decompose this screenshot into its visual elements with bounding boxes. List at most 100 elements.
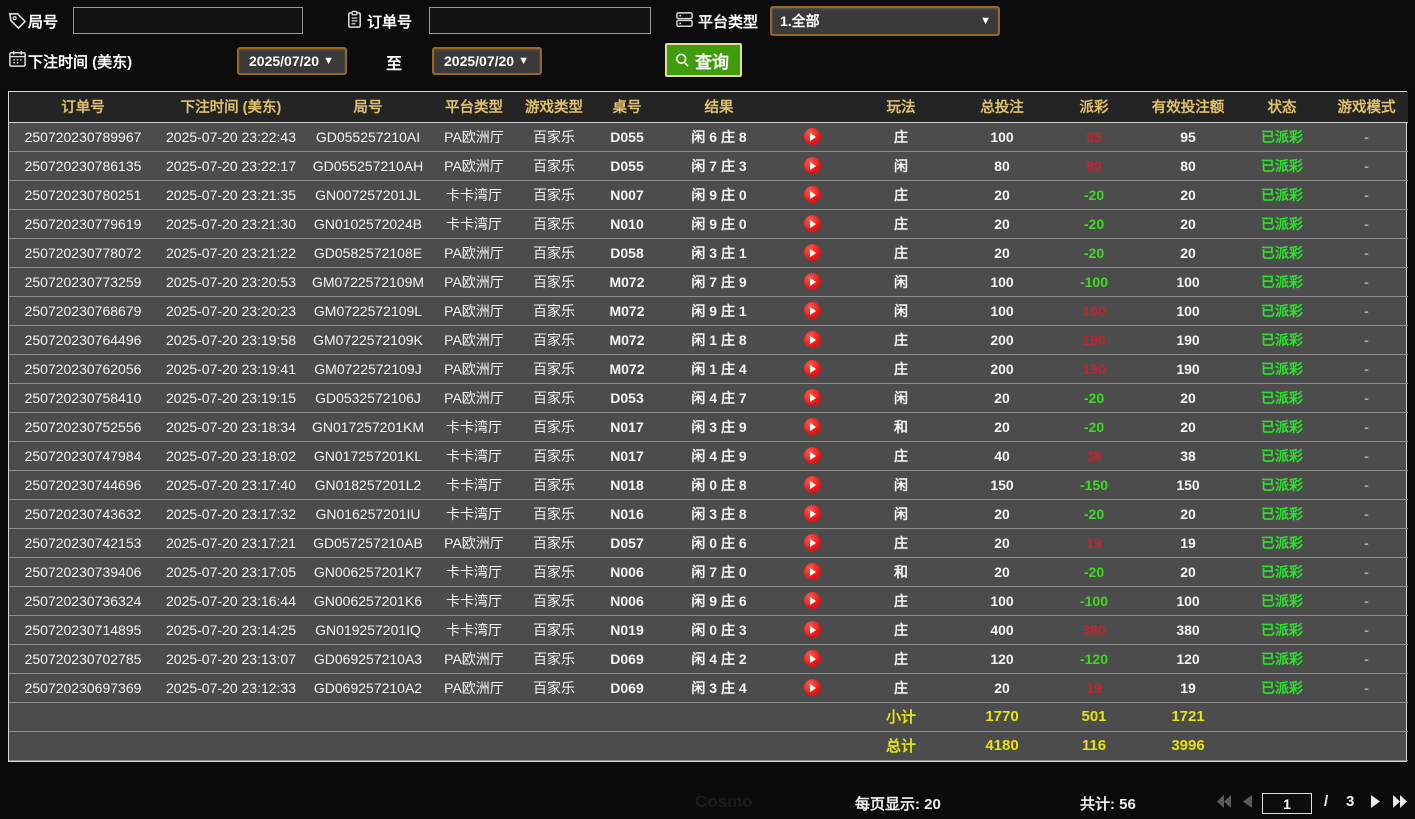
cell-table-no: N016: [591, 499, 663, 529]
play-video-icon[interactable]: [803, 389, 821, 407]
cell-status: 已派彩: [1239, 267, 1325, 297]
cell-total-bet: 150: [953, 470, 1051, 500]
cell-payout: -120: [1051, 644, 1137, 674]
cell-game-type: 百家乐: [517, 470, 591, 500]
cell-total-bet: 400: [953, 615, 1051, 645]
cell-bet-time: 2025-07-20 23:18:02: [157, 441, 305, 471]
play-video-icon[interactable]: [803, 186, 821, 204]
platform-type-select[interactable]: 1.全部 ▼: [770, 6, 1000, 36]
prev-page-icon[interactable]: [1242, 795, 1253, 808]
play-video-icon[interactable]: [803, 534, 821, 552]
play-video-icon[interactable]: [803, 331, 821, 349]
play-video-icon[interactable]: [803, 215, 821, 233]
next-page-icon[interactable]: [1370, 795, 1381, 808]
cell-play: [775, 122, 849, 152]
cell-payout: -20: [1051, 557, 1137, 587]
cell-game-mode: -: [1325, 267, 1408, 297]
play-video-icon[interactable]: [803, 418, 821, 436]
play-video-icon[interactable]: [803, 650, 821, 668]
search-button[interactable]: 查询: [665, 43, 742, 77]
cell-valid-bet: 380: [1137, 615, 1239, 645]
cell-game-mode: -: [1325, 209, 1408, 239]
platform-type-label: 平台类型: [698, 14, 759, 31]
cell-result: 闲 9 庄 1: [663, 296, 775, 326]
cell-game-mode: -: [1325, 644, 1408, 674]
cell-play: [775, 238, 849, 268]
cell-status: 已派彩: [1239, 412, 1325, 442]
play-video-icon[interactable]: [803, 244, 821, 262]
game-no-input[interactable]: [73, 7, 303, 34]
sum-total-bet: 4180: [953, 731, 1051, 761]
cell-game-no: GN006257201K7: [305, 557, 431, 587]
cell-payout: -20: [1051, 238, 1137, 268]
play-video-icon[interactable]: [803, 157, 821, 175]
play-video-icon[interactable]: [803, 563, 821, 581]
cell-bet-type: 庄: [849, 673, 953, 703]
cell-play: [775, 325, 849, 355]
sum-total-bet: 1770: [953, 702, 1051, 732]
cell-bet-type: 庄: [849, 586, 953, 616]
cell-platform: 卡卡湾厅: [431, 209, 517, 239]
play-video-icon[interactable]: [803, 128, 821, 146]
cell-result: 闲 0 庄 8: [663, 470, 775, 500]
cell-platform: PA欧洲厅: [431, 122, 517, 152]
cell-platform: PA欧洲厅: [431, 644, 517, 674]
cell-game-no: GM0722572109L: [305, 296, 431, 326]
cell-table-no: N006: [591, 586, 663, 616]
cell-valid-bet: 80: [1137, 151, 1239, 181]
cell-platform: 卡卡湾厅: [431, 441, 517, 471]
cell-play: [775, 441, 849, 471]
date-from-value: 2025/07/20: [249, 53, 320, 69]
subtotal-row: 小计 1770 501 1721: [9, 702, 1408, 732]
last-page-icon[interactable]: [1392, 795, 1408, 808]
cell-play: [775, 412, 849, 442]
cell-bet-type: 庄: [849, 354, 953, 384]
cell-valid-bet: 100: [1137, 296, 1239, 326]
first-page-icon[interactable]: [1216, 795, 1232, 808]
play-video-icon[interactable]: [803, 592, 821, 610]
cell-result: 闲 9 庄 6: [663, 586, 775, 616]
cell-game-type: 百家乐: [517, 644, 591, 674]
cell-total-bet: 200: [953, 325, 1051, 355]
cell-platform: 卡卡湾厅: [431, 615, 517, 645]
play-video-icon[interactable]: [803, 621, 821, 639]
cell-total-bet: 20: [953, 238, 1051, 268]
cell-platform: 卡卡湾厅: [431, 180, 517, 210]
cell-order-no: 250720230762056: [9, 354, 157, 384]
cell-table-no: D069: [591, 673, 663, 703]
play-video-icon[interactable]: [803, 360, 821, 378]
cell-platform: 卡卡湾厅: [431, 470, 517, 500]
cell-order-no: 250720230758410: [9, 383, 157, 413]
date-to-picker[interactable]: 2025/07/20 ▼: [432, 47, 542, 75]
play-video-icon[interactable]: [803, 302, 821, 320]
table-row: 250720230780251 2025-07-20 23:21:35 GN0072…: [9, 180, 1408, 210]
cell-result: 闲 6 庄 8: [663, 122, 775, 152]
cell-bet-time: 2025-07-20 23:21:30: [157, 209, 305, 239]
table-row: 250720230762056 2025-07-20 23:19:41 GM0722…: [9, 354, 1408, 384]
cell-game-no: GN019257201IQ: [305, 615, 431, 645]
cell-order-no: 250720230768679: [9, 296, 157, 326]
cell-payout: -20: [1051, 412, 1137, 442]
cell-game-no: GN0102572024B: [305, 209, 431, 239]
play-video-icon[interactable]: [803, 273, 821, 291]
cell-result: 闲 3 庄 4: [663, 673, 775, 703]
order-no-input[interactable]: [429, 7, 651, 34]
cell-game-mode: -: [1325, 470, 1408, 500]
play-video-icon[interactable]: [803, 505, 821, 523]
page-separator: /: [1324, 793, 1329, 810]
cell-total-bet: 100: [953, 267, 1051, 297]
table-row: 250720230743632 2025-07-20 23:17:32 GN0162…: [9, 499, 1408, 529]
cell-total-bet: 20: [953, 528, 1051, 558]
play-video-icon[interactable]: [803, 679, 821, 697]
cell-play: [775, 383, 849, 413]
cell-status: 已派彩: [1239, 325, 1325, 355]
cell-bet-time: 2025-07-20 23:17:05: [157, 557, 305, 587]
cell-table-no: N007: [591, 180, 663, 210]
cell-payout: 100: [1051, 296, 1137, 326]
cell-order-no: 250720230747984: [9, 441, 157, 471]
play-video-icon[interactable]: [803, 476, 821, 494]
play-video-icon[interactable]: [803, 447, 821, 465]
date-from-picker[interactable]: 2025/07/20 ▼: [237, 47, 347, 75]
cell-platform: 卡卡湾厅: [431, 557, 517, 587]
page-number-input[interactable]: [1262, 793, 1312, 814]
